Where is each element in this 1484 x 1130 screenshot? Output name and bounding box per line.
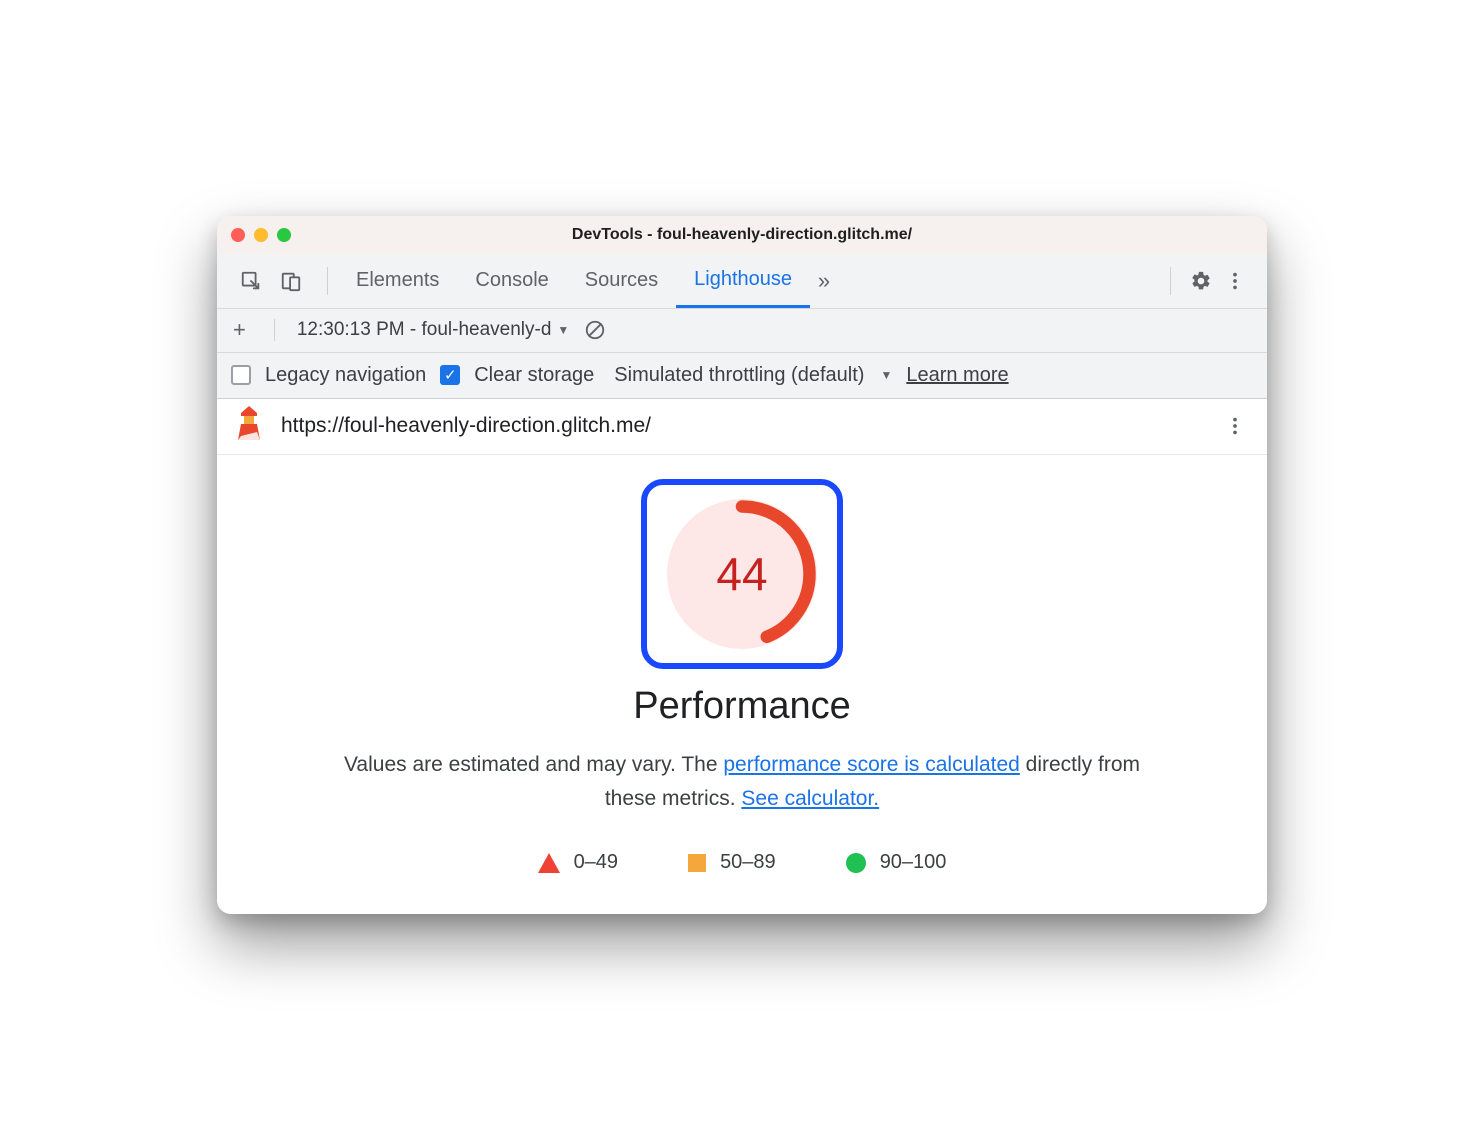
lighthouse-options: Legacy navigation ✓ Clear storage Simula…	[217, 353, 1267, 399]
lighthouse-toolbar: + 12:30:13 PM - foul-heavenly-d ▼	[217, 309, 1267, 353]
new-report-button[interactable]: +	[227, 317, 252, 343]
clear-report-icon[interactable]	[581, 316, 609, 344]
report-url-bar: https://foul-heavenly-direction.glitch.m…	[217, 399, 1267, 455]
devtools-tabs: Elements Console Sources Lighthouse »	[217, 254, 1267, 309]
fullscreen-window-button[interactable]	[277, 228, 291, 242]
report-selector[interactable]: 12:30:13 PM - foul-heavenly-d ▼	[297, 319, 569, 341]
legend-avg-label: 50–89	[720, 851, 776, 874]
close-window-button[interactable]	[231, 228, 245, 242]
chevron-down-icon: ▼	[880, 368, 892, 382]
triangle-icon	[538, 853, 560, 873]
lighthouse-icon	[235, 406, 265, 446]
learn-more-link[interactable]: Learn more	[906, 364, 1008, 387]
desc-text: Values are estimated and may vary. The	[344, 753, 723, 776]
report-url: https://foul-heavenly-direction.glitch.m…	[281, 414, 651, 438]
window-title: DevTools - foul-heavenly-direction.glitc…	[217, 226, 1267, 244]
square-icon	[688, 854, 706, 872]
settings-icon[interactable]	[1187, 267, 1215, 295]
score-legend: 0–49 50–89 90–100	[237, 851, 1247, 874]
throttling-selector[interactable]: Simulated throttling (default) ▼	[614, 364, 892, 387]
clear-storage-label: Clear storage	[474, 364, 594, 387]
throttling-label: Simulated throttling (default)	[614, 364, 864, 387]
separator	[274, 319, 275, 341]
minimize-window-button[interactable]	[254, 228, 268, 242]
legend-good: 90–100	[846, 851, 947, 874]
tab-lighthouse[interactable]: Lighthouse	[676, 254, 810, 308]
window-controls	[231, 228, 291, 242]
legend-good-label: 90–100	[880, 851, 947, 874]
legacy-navigation-checkbox[interactable]	[231, 365, 251, 385]
separator	[1170, 267, 1171, 295]
devtools-window: DevTools - foul-heavenly-direction.glitc…	[217, 216, 1267, 914]
score-gauge-highlight: 44	[641, 479, 843, 669]
score-calculated-link[interactable]: performance score is calculated	[723, 753, 1019, 776]
device-toolbar-icon[interactable]	[277, 267, 305, 295]
legend-poor-label: 0–49	[574, 851, 619, 874]
report-menu-icon[interactable]	[1221, 412, 1249, 440]
see-calculator-link[interactable]: See calculator.	[741, 787, 879, 810]
lighthouse-report: 44 Performance Values are estimated and …	[217, 455, 1267, 914]
tab-sources[interactable]: Sources	[567, 254, 676, 308]
performance-score: 44	[667, 499, 817, 649]
tab-elements[interactable]: Elements	[338, 254, 457, 308]
chevron-down-icon: ▼	[557, 323, 569, 337]
more-tabs-icon[interactable]: »	[810, 267, 838, 295]
legend-average: 50–89	[688, 851, 776, 874]
legend-poor: 0–49	[538, 851, 619, 874]
report-selector-label: 12:30:13 PM - foul-heavenly-d	[297, 319, 552, 341]
clear-storage-checkbox[interactable]: ✓	[440, 365, 460, 385]
tab-console[interactable]: Console	[457, 254, 566, 308]
inspect-element-icon[interactable]	[237, 267, 265, 295]
legacy-navigation-label: Legacy navigation	[265, 364, 426, 387]
performance-gauge[interactable]: 44	[667, 499, 817, 649]
report-description: Values are estimated and may vary. The p…	[332, 748, 1152, 815]
category-title: Performance	[237, 685, 1247, 728]
kebab-menu-icon[interactable]	[1221, 267, 1249, 295]
circle-icon	[846, 853, 866, 873]
separator	[327, 267, 328, 295]
titlebar: DevTools - foul-heavenly-direction.glitc…	[217, 216, 1267, 254]
